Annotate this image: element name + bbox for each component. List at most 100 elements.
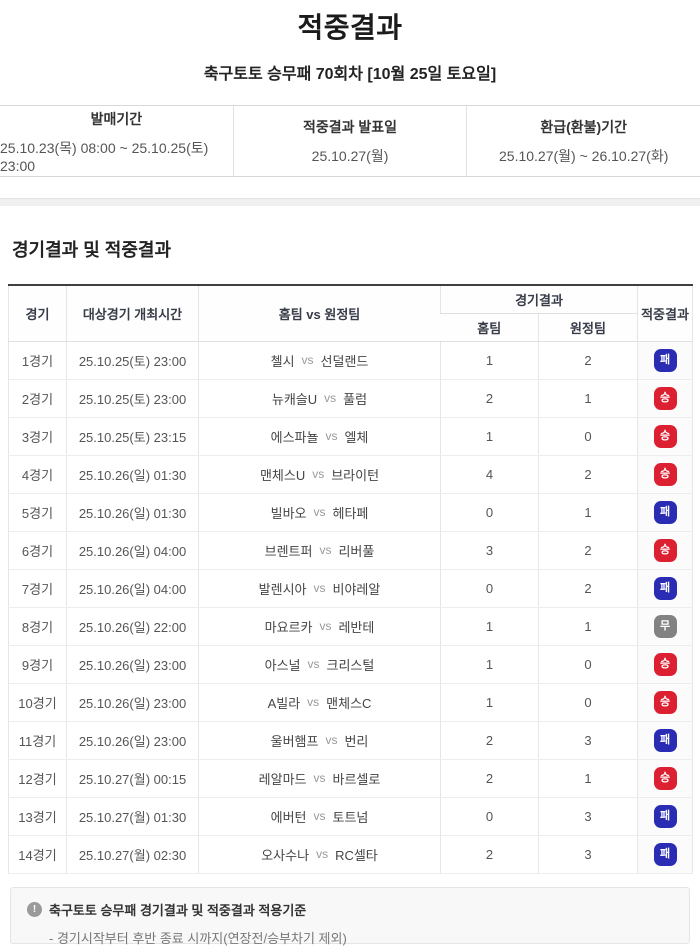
match-number: 3경기 — [9, 417, 67, 455]
results-table-head: 경기 대상경기 개최시간 홈팀 vs 원정팀 경기결과 적중결과 홈팀 원정팀 — [9, 285, 693, 341]
match-number: 10경기 — [9, 683, 67, 721]
result-badge: 승 — [654, 387, 677, 410]
result-badge: 승 — [654, 425, 677, 448]
home-team: 첼시 — [271, 351, 295, 370]
table-row: 9경기 25.10.26(일) 23:00 아스널 vs 크리스털 1 0 승 — [9, 645, 693, 683]
table-row: 10경기 25.10.26(일) 23:00 A빌라 vs 맨체스C 1 0 승 — [9, 683, 693, 721]
match-time: 25.10.25(토) 23:00 — [67, 341, 199, 379]
result-badge: 패 — [654, 349, 677, 372]
teams-cell: 맨체스U vs 브라이턴 — [199, 465, 440, 484]
match-number: 5경기 — [9, 493, 67, 531]
vs-label: vs — [325, 429, 337, 443]
section-heading: 경기결과 및 적중결과 — [12, 236, 700, 262]
home-score: 3 — [441, 531, 539, 569]
table-row: 5경기 25.10.26(일) 01:30 빌바오 vs 헤타페 0 1 패 — [9, 493, 693, 531]
result-badge: 무 — [654, 615, 677, 638]
result-badge: 패 — [654, 805, 677, 828]
away-score: 0 — [539, 417, 638, 455]
match-time: 25.10.26(일) 01:30 — [67, 493, 199, 531]
home-team: 맨체스U — [260, 465, 305, 484]
home-score: 0 — [441, 797, 539, 835]
page-title: 적중결과 — [0, 6, 700, 46]
match-time: 25.10.26(일) 23:00 — [67, 683, 199, 721]
match-number: 11경기 — [9, 721, 67, 759]
match-time: 25.10.27(월) 00:15 — [67, 759, 199, 797]
footnote-detail: - 경기시작부터 후반 종료 시까지(연장전/승부차기 제외) — [49, 928, 673, 947]
teams-cell: 오사수나 vs RC셀타 — [199, 845, 440, 864]
away-team: 엘체 — [344, 427, 368, 446]
home-team: 발렌시아 — [259, 579, 307, 598]
match-number: 2경기 — [9, 379, 67, 417]
away-team: 토트넘 — [333, 807, 369, 826]
col-header-hit: 적중결과 — [638, 285, 693, 341]
col-header-result-group: 경기결과 — [441, 285, 638, 313]
away-score: 2 — [539, 341, 638, 379]
result-badge: 패 — [654, 729, 677, 752]
home-score: 1 — [441, 341, 539, 379]
home-score: 2 — [441, 721, 539, 759]
home-team: 빌바오 — [271, 503, 307, 522]
home-team: A빌라 — [268, 693, 301, 712]
match-number: 9경기 — [9, 645, 67, 683]
home-team: 에스파뇰 — [271, 427, 319, 446]
home-score: 1 — [441, 645, 539, 683]
teams-cell: 빌바오 vs 헤타페 — [199, 503, 440, 522]
away-team: 맨체스C — [326, 693, 371, 712]
home-score: 2 — [441, 759, 539, 797]
footnote-box: ! 축구토토 승무패 경기결과 및 적중결과 적용기준 - 경기시작부터 후반 … — [10, 887, 690, 944]
result-badge: 패 — [654, 501, 677, 524]
result-badge: 패 — [654, 577, 677, 600]
vs-label: vs — [308, 657, 320, 671]
table-row: 1경기 25.10.25(토) 23:00 첼시 vs 선덜랜드 1 2 패 — [9, 341, 693, 379]
result-badge: 승 — [654, 653, 677, 676]
vs-label: vs — [314, 809, 326, 823]
home-team: 오사수나 — [261, 845, 309, 864]
teams-cell: 울버햄프 vs 번리 — [199, 731, 440, 750]
table-row: 12경기 25.10.27(월) 00:15 레알마드 vs 바르셀로 2 1 … — [9, 759, 693, 797]
away-score: 1 — [539, 379, 638, 417]
vs-label: vs — [314, 505, 326, 519]
match-time: 25.10.25(토) 23:00 — [67, 379, 199, 417]
vs-label: vs — [314, 771, 326, 785]
home-score: 4 — [441, 455, 539, 493]
info-item-result-date: 적중결과 발표일 25.10.27(월) — [233, 106, 467, 176]
match-time: 25.10.27(월) 02:30 — [67, 835, 199, 873]
info-item-sale-period: 발매기간 25.10.23(목) 08:00 ~ 25.10.25(토) 23:… — [0, 106, 233, 176]
match-time: 25.10.27(월) 01:30 — [67, 797, 199, 835]
away-score: 0 — [539, 645, 638, 683]
match-time: 25.10.25(토) 23:15 — [67, 417, 199, 455]
page-header: 적중결과 축구토토 승무패 70회차 [10월 25일 토요일] — [0, 0, 700, 84]
away-score: 2 — [539, 455, 638, 493]
results-table: 경기 대상경기 개최시간 홈팀 vs 원정팀 경기결과 적중결과 홈팀 원정팀 … — [8, 284, 693, 874]
col-header-teams: 홈팀 vs 원정팀 — [199, 285, 441, 341]
home-team: 브렌트퍼 — [265, 541, 313, 560]
vs-label: vs — [307, 695, 319, 709]
away-team: RC셀타 — [335, 845, 378, 864]
away-score: 3 — [539, 797, 638, 835]
table-row: 3경기 25.10.25(토) 23:15 에스파뇰 vs 엘체 1 0 승 — [9, 417, 693, 455]
teams-cell: 아스널 vs 크리스털 — [199, 655, 440, 674]
home-score: 2 — [441, 379, 539, 417]
col-header-away: 원정팀 — [539, 313, 638, 341]
footnote-title-row: ! 축구토토 승무패 경기결과 및 적중결과 적용기준 — [27, 900, 673, 919]
table-row: 13경기 25.10.27(월) 01:30 에버턴 vs 토트넘 0 3 패 — [9, 797, 693, 835]
away-team: 선덜랜드 — [321, 351, 369, 370]
away-score: 2 — [539, 531, 638, 569]
away-score: 3 — [539, 835, 638, 873]
info-bar: 발매기간 25.10.23(목) 08:00 ~ 25.10.25(토) 23:… — [0, 105, 700, 177]
away-score: 1 — [539, 759, 638, 797]
away-team: 리버풀 — [338, 541, 374, 560]
col-header-time: 대상경기 개최시간 — [67, 285, 199, 341]
home-team: 뉴캐슬U — [272, 389, 317, 408]
match-time: 25.10.26(일) 23:00 — [67, 721, 199, 759]
match-time: 25.10.26(일) 22:00 — [67, 607, 199, 645]
away-team: 브라이턴 — [331, 465, 379, 484]
home-team: 아스널 — [265, 655, 301, 674]
teams-cell: 브렌트퍼 vs 리버풀 — [199, 541, 440, 560]
home-score: 0 — [441, 569, 539, 607]
match-time: 25.10.26(일) 04:00 — [67, 569, 199, 607]
result-badge: 승 — [654, 539, 677, 562]
info-circle-icon: ! — [27, 902, 42, 917]
info-label: 적중결과 발표일 — [303, 117, 397, 137]
match-time: 25.10.26(일) 01:30 — [67, 455, 199, 493]
